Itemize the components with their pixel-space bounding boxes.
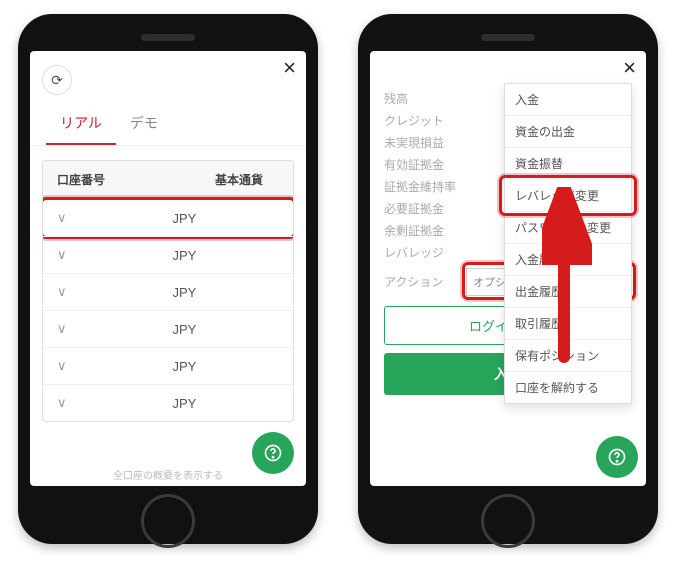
phone-right: × 残高0.00 クレジット 未実現損益 有効証拠金 証拠金維持率 必要証拠金 … <box>358 14 658 544</box>
accounts-table: 口座番号 基本通貨 ∨ JPY ∨ JPY ∨ JPY ∨ <box>42 160 294 422</box>
chevron-down-icon: ∨ <box>57 358 172 374</box>
table-head: 口座番号 基本通貨 <box>43 161 293 199</box>
dropdown-item-withdraw[interactable]: 資金の出金 <box>505 116 631 148</box>
action-dropdown: 入金 資金の出金 資金振替 レバレッジ変更 パスワードの変更 入金履歴 出金履歴… <box>504 83 632 404</box>
help-icon <box>607 447 627 467</box>
currency-cell: JPY <box>172 359 279 374</box>
table-row[interactable]: ∨ JPY <box>43 273 293 310</box>
help-fab[interactable] <box>252 432 294 474</box>
help-icon <box>263 443 283 463</box>
dropdown-item-positions[interactable]: 保有ポジション <box>505 340 631 372</box>
currency-cell: JPY <box>172 285 279 300</box>
chevron-down-icon: ∨ <box>57 395 172 411</box>
th-account: 口座番号 <box>43 161 201 198</box>
account-panel: 残高0.00 クレジット 未実現損益 有効証拠金 証拠金維持率 必要証拠金 余剰… <box>370 51 646 486</box>
dropdown-item-deposit-history[interactable]: 入金履歴 <box>505 244 631 276</box>
currency-cell: JPY <box>172 211 279 226</box>
tab-real[interactable]: リアル <box>46 105 116 145</box>
phone-left: × ⟳ リアル デモ 口座番号 基本通貨 ∨ JPY ∨ <box>18 14 318 544</box>
table-row[interactable]: ∨ JPY <box>43 199 293 236</box>
label-required-margin: 必要証拠金 <box>384 200 466 217</box>
earpiece <box>141 34 195 41</box>
table-row[interactable]: ∨ JPY <box>43 236 293 273</box>
currency-cell: JPY <box>172 322 279 337</box>
table-row[interactable]: ∨ JPY <box>43 347 293 384</box>
tabs: リアル デモ <box>30 105 306 146</box>
chevron-down-icon: ∨ <box>57 284 172 300</box>
chevron-down-icon: ∨ <box>57 210 172 226</box>
help-fab[interactable] <box>596 436 638 478</box>
label-equity: 有効証拠金 <box>384 156 466 173</box>
close-icon[interactable]: × <box>283 57 296 79</box>
dropdown-item-transfer[interactable]: 資金振替 <box>505 148 631 180</box>
label-action: アクション <box>384 273 466 290</box>
label-credit: クレジット <box>384 112 466 129</box>
toolbar: ⟳ <box>30 51 306 99</box>
label-margin-level: 証拠金維持率 <box>384 178 466 195</box>
label-unrealized: 未実現損益 <box>384 134 466 151</box>
dropdown-item-withdraw-history[interactable]: 出金履歴 <box>505 276 631 308</box>
dropdown-item-deposit[interactable]: 入金 <box>505 84 631 116</box>
earpiece <box>481 34 535 41</box>
label-leverage: レバレッジ <box>384 244 466 261</box>
table-row[interactable]: ∨ JPY <box>43 310 293 347</box>
dropdown-item-password[interactable]: パスワードの変更 <box>505 212 631 244</box>
label-balance: 残高 <box>384 90 466 107</box>
th-currency: 基本通貨 <box>201 161 293 198</box>
refresh-icon[interactable]: ⟳ <box>42 65 72 95</box>
home-button[interactable] <box>141 494 195 548</box>
dropdown-item-trade-history[interactable]: 取引履歴 <box>505 308 631 340</box>
screen-right: × 残高0.00 クレジット 未実現損益 有効証拠金 証拠金維持率 必要証拠金 … <box>370 51 646 486</box>
highlight-box-leverage <box>499 175 637 216</box>
chevron-down-icon: ∨ <box>57 247 172 263</box>
currency-cell: JPY <box>172 248 279 263</box>
table-row[interactable]: ∨ JPY <box>43 384 293 421</box>
dropdown-item-close-account[interactable]: 口座を解約する <box>505 372 631 403</box>
dropdown-item-leverage[interactable]: レバレッジ変更 <box>505 180 631 212</box>
label-free-margin: 余剰証拠金 <box>384 222 466 239</box>
home-button[interactable] <box>481 494 535 548</box>
currency-cell: JPY <box>172 396 279 411</box>
tab-demo[interactable]: デモ <box>116 105 172 145</box>
chevron-down-icon: ∨ <box>57 321 172 337</box>
screen-left: × ⟳ リアル デモ 口座番号 基本通貨 ∨ JPY ∨ <box>30 51 306 486</box>
